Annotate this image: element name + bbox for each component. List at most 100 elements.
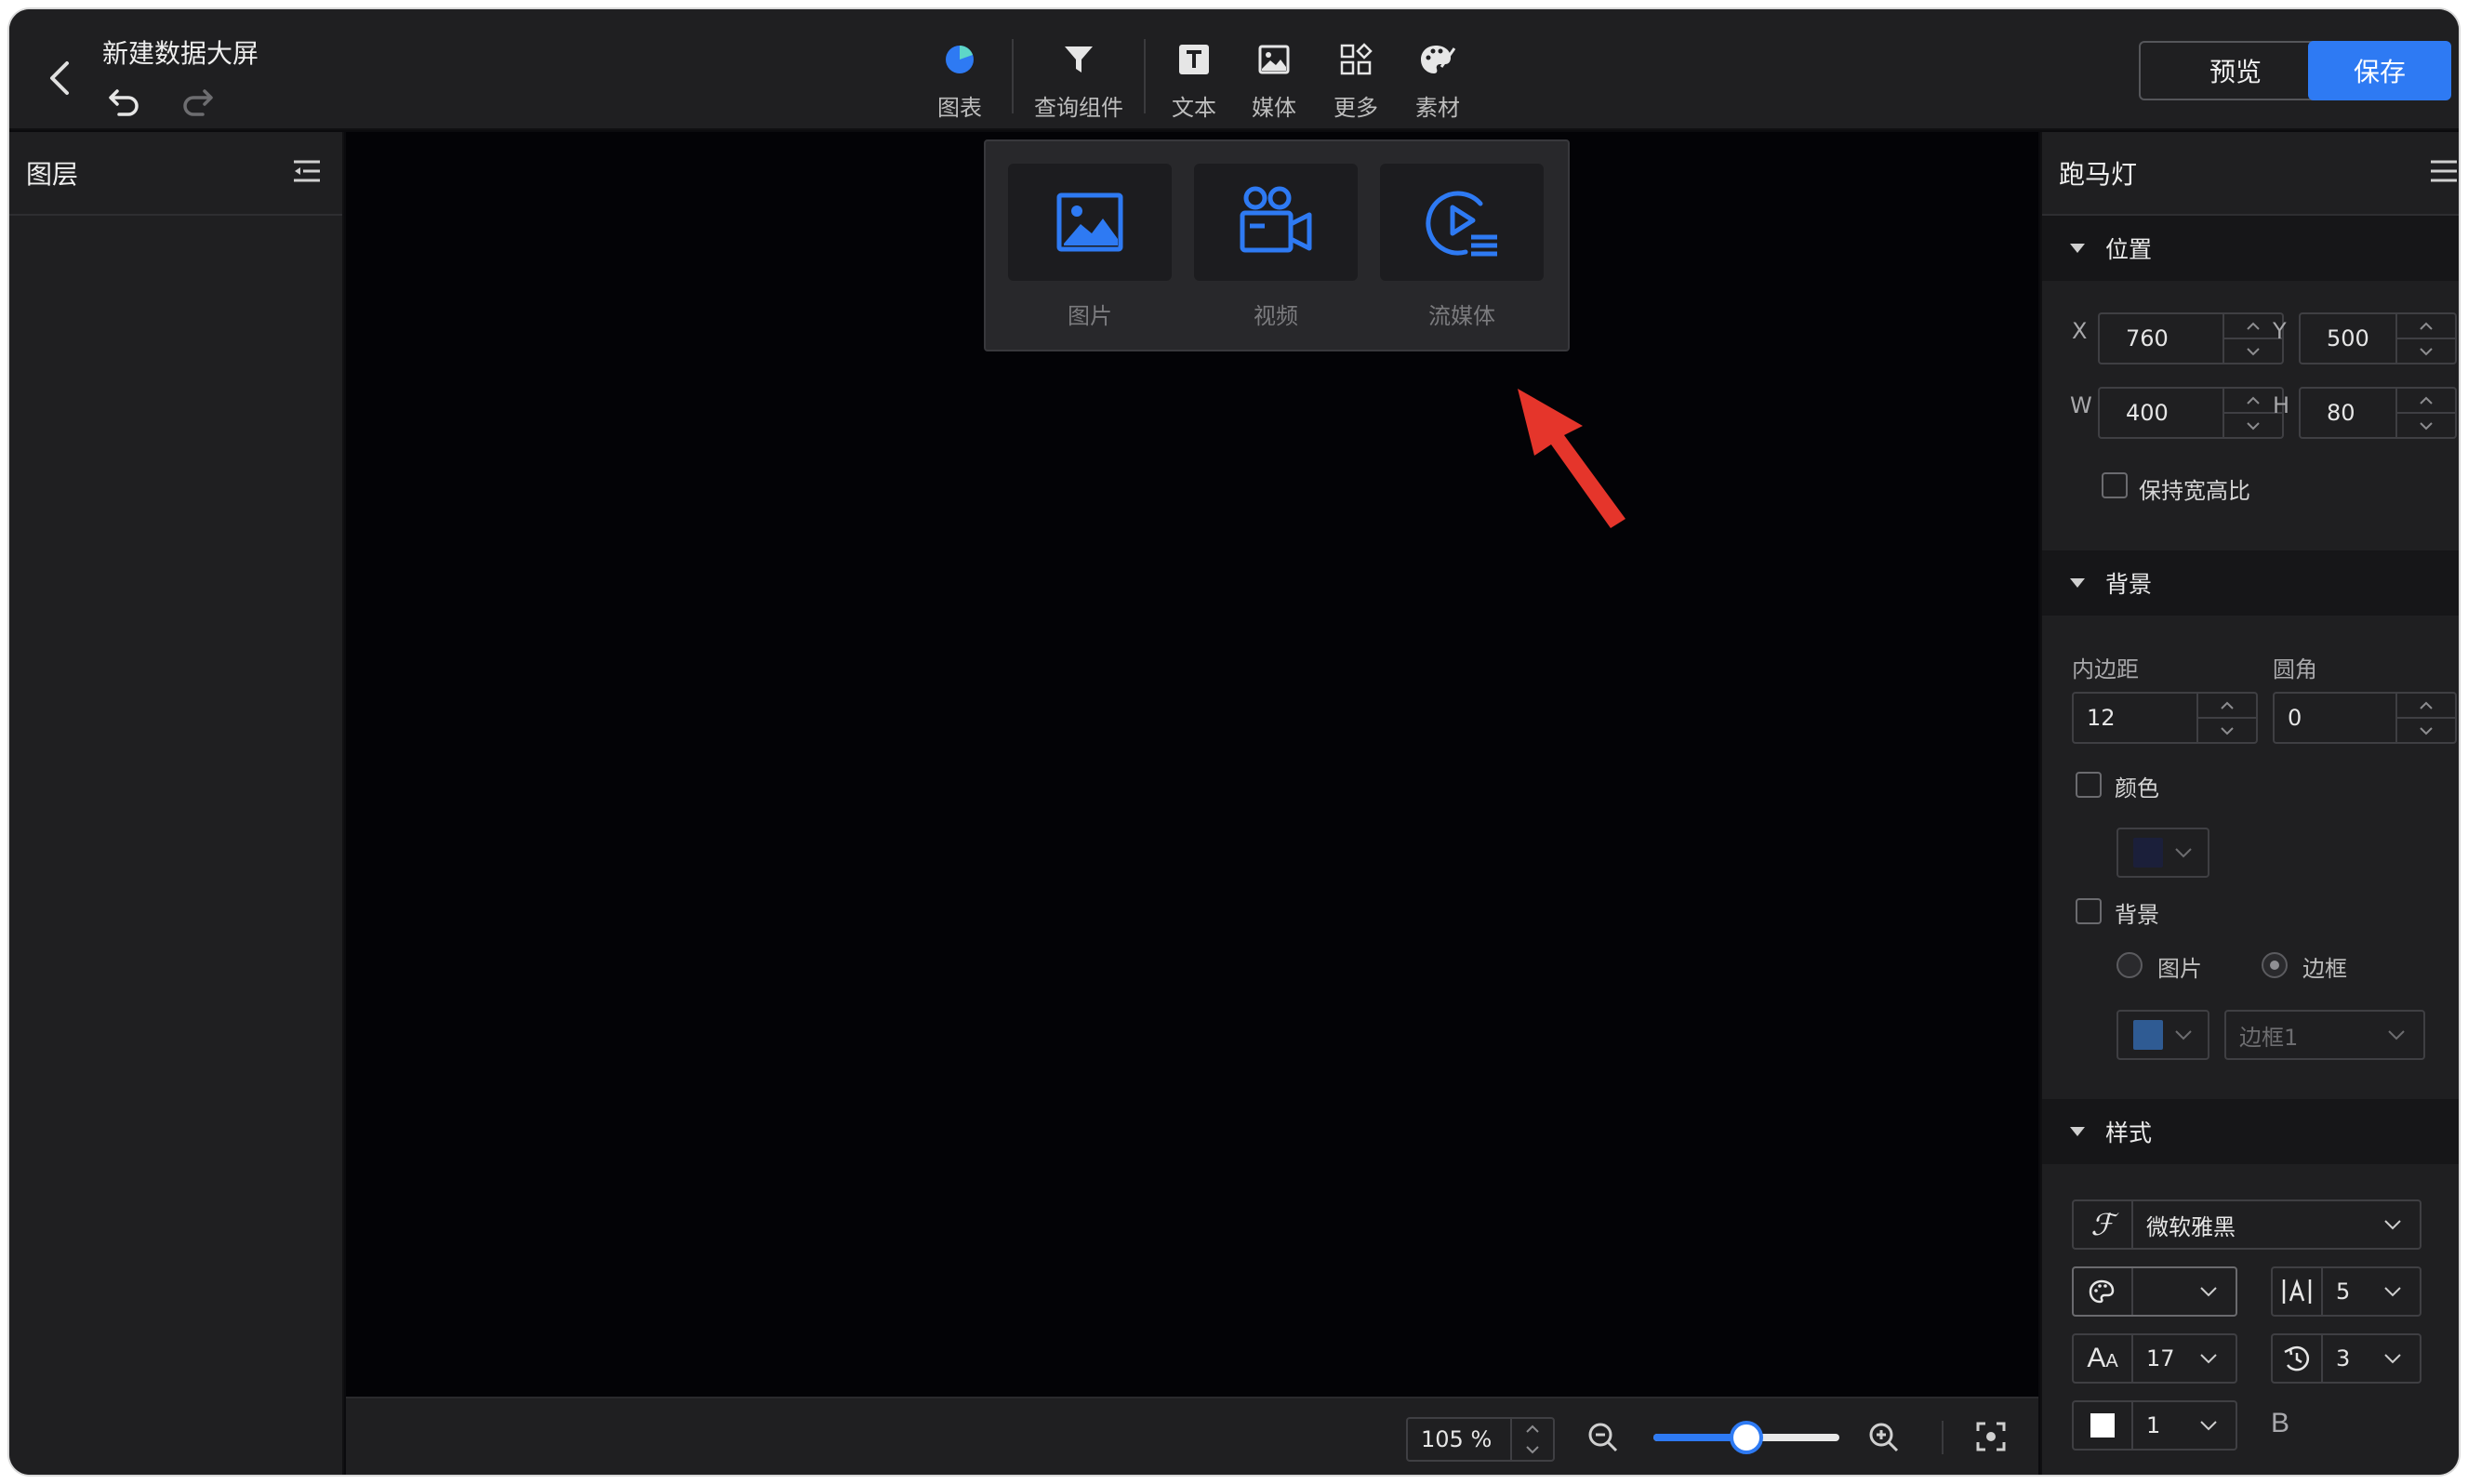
chevron-down-icon [2369,1029,2423,1040]
expand-panel-button[interactable] [2429,158,2459,188]
zoom-stepper[interactable] [1510,1419,1553,1460]
chevron-up-icon[interactable] [2198,694,2256,717]
pie-chart-icon [939,39,980,80]
padding-input[interactable]: 12 [2072,692,2258,744]
video-camera-icon [1240,186,1312,253]
tool-more[interactable]: 更多 [1315,30,1397,122]
text-color-select[interactable] [2072,1266,2237,1317]
border-style-select[interactable]: 边框1 [2224,1010,2425,1060]
tool-assets[interactable]: 素材 [1397,30,1479,122]
section-style-header[interactable]: 样式 [2042,1099,2459,1164]
chevron-down-icon[interactable] [2397,717,2455,742]
zoom-slider[interactable] [1653,1421,1839,1454]
bold-button[interactable]: B [2271,1408,2289,1439]
annotation-arrow-icon [1518,389,1625,528]
section-position-header[interactable]: 位置 [2042,216,2459,281]
y-stepper[interactable] [2395,314,2455,363]
tool-label: 媒体 [1252,95,1296,121]
canvas-status-bar: 105 % [346,1397,2038,1475]
undo-button[interactable] [106,82,143,119]
border-color-picker[interactable] [2116,1010,2209,1060]
document-title[interactable]: 新建数据大屏 [102,33,259,71]
h-stepper[interactable] [2395,389,2455,437]
h-value: 80 [2327,400,2355,426]
color-picker[interactable] [2116,828,2209,878]
zoom-value: 105 % [1421,1426,1493,1452]
font-size-select[interactable]: AA 17 [2072,1333,2237,1384]
padding-stepper[interactable] [2196,694,2256,742]
media-item-label: 流媒体 [1428,303,1495,329]
zoom-input[interactable]: 105 % [1406,1417,1555,1462]
background-checkbox[interactable] [2076,898,2102,924]
properties-title: 跑马灯 [2059,159,2138,190]
tool-media[interactable]: 媒体 [1233,30,1315,122]
media-item-image[interactable]: 图片 [1008,164,1172,330]
radio-border[interactable] [2262,952,2288,978]
radio-border-label: 边框 [2302,956,2347,982]
redo-button[interactable] [179,82,216,119]
layers-panel-title: 图层 [26,159,79,190]
x-input[interactable]: 760 [2098,312,2284,364]
media-item-stream[interactable]: 流媒体 [1380,164,1544,330]
speed-timer-icon [2273,1335,2323,1382]
section-title: 背景 [2105,571,2153,598]
chevron-up-icon[interactable] [2397,694,2455,717]
radio-image[interactable] [2116,952,2143,978]
color-checkbox[interactable] [2076,772,2102,798]
h-label: H [2273,392,2290,418]
grid-icon [1335,39,1376,80]
save-button[interactable]: 保存 [2308,41,2451,100]
font-family-select[interactable]: ℱ 微软雅黑 [2072,1199,2422,1250]
chevron-down-icon[interactable] [2397,338,2455,363]
chevron-down-icon[interactable] [2397,412,2455,437]
fit-screen-button[interactable] [1975,1421,2007,1456]
scroll-speed-value: 3 [2336,1345,2351,1371]
zoom-in-button[interactable] [1867,1421,1901,1458]
white-square-icon [2074,1402,2133,1449]
media-item-video[interactable]: 视频 [1194,164,1358,330]
border-style-value: 边框1 [2239,1024,2299,1051]
preview-button[interactable]: 预览 [2139,41,2332,100]
radius-stepper[interactable] [2395,694,2455,742]
tool-label: 文本 [1172,95,1216,121]
image-icon [1056,192,1123,252]
h-input[interactable]: 80 [2299,387,2457,439]
top-toolbar: 新建数据大屏 图表 查询组件 文本 媒体 更多 素材 预览 保存 [9,9,2459,130]
chevron-up-icon[interactable] [2397,314,2455,338]
section-background: 内边距 圆角 12 0 颜色 背景 图片 边框 边框1 [2042,616,2459,1099]
media-tile [1194,164,1358,281]
y-input[interactable]: 500 [2299,312,2457,364]
tool-query[interactable]: 查询组件 [1023,30,1134,122]
chevron-down-icon [2182,1286,2236,1297]
chevron-down-icon[interactable] [1512,1439,1553,1460]
collapse-menu-icon [294,160,320,182]
back-button[interactable] [41,52,78,104]
scroll-speed-select[interactable]: 3 [2271,1333,2422,1384]
chevron-down-icon[interactable] [2198,717,2256,742]
chevron-down-icon [2366,1219,2420,1230]
tool-text[interactable]: 文本 [1155,30,1233,122]
line-setting-select[interactable]: 1 [2072,1400,2237,1451]
section-background-header[interactable]: 背景 [2042,550,2459,616]
w-input[interactable]: 400 [2098,387,2284,439]
app-window: 新建数据大屏 图表 查询组件 文本 媒体 更多 素材 预览 保存 图层 图片 视… [9,9,2459,1475]
zoom-slider-handle[interactable] [1730,1421,1763,1454]
chevron-up-icon[interactable] [1512,1419,1553,1439]
radius-input[interactable]: 0 [2273,692,2457,744]
chevron-up-icon[interactable] [2397,389,2455,412]
keep-ratio-checkbox[interactable] [2102,472,2128,498]
letter-spacing-select[interactable]: 5 [2271,1266,2422,1317]
y-label: Y [2273,318,2287,344]
chevron-down-icon [2182,1420,2236,1431]
zoom-out-button[interactable] [1586,1421,1620,1458]
layers-panel: 图层 [9,132,344,1475]
collapse-panel-button[interactable] [292,158,322,188]
tool-label: 素材 [1415,95,1460,121]
section-position: X 760 Y 500 W 400 H 80 保持宽高比 [2042,281,2459,550]
font-script-icon: ℱ [2074,1201,2133,1248]
tool-chart[interactable]: 图表 [930,30,989,122]
media-tile [1380,164,1544,281]
media-dropdown-panel: 图片 视频 流媒体 [984,139,1570,351]
chevron-down-icon [2366,1286,2420,1297]
w-label: W [2070,392,2092,418]
